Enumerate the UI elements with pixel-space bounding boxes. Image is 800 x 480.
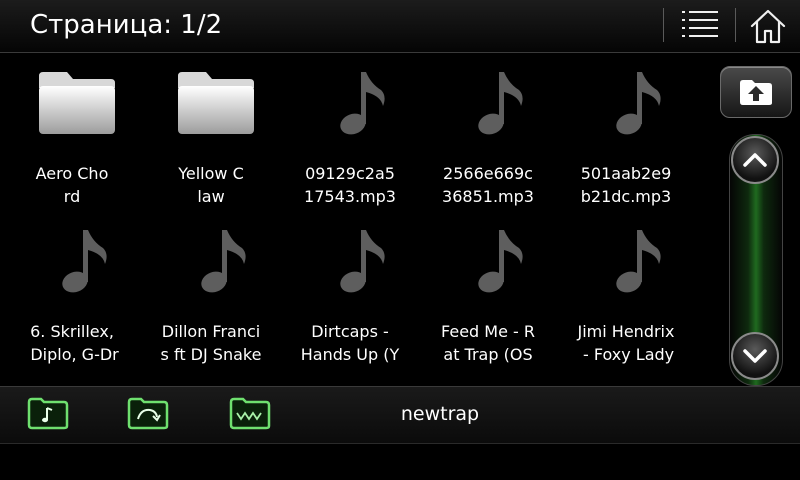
music-folder-icon xyxy=(27,397,69,430)
parent-folder-button[interactable] xyxy=(720,66,792,118)
item-name: Aero Cho rd xyxy=(35,164,109,206)
item-name: 2566e669c 36851.mp3 xyxy=(442,164,534,206)
music-note-icon xyxy=(340,72,385,135)
music-note-icon xyxy=(478,230,523,293)
header-divider xyxy=(735,8,736,42)
scroll-up-button[interactable] xyxy=(731,136,779,184)
music-file-item[interactable]: Jimi Hendrix - Foxy Lady xyxy=(561,220,691,380)
item-name: Dirtcaps - Hands Up (Y xyxy=(300,322,400,364)
chevron-up-icon xyxy=(743,153,767,167)
music-note-icon xyxy=(478,72,523,135)
music-file-item[interactable]: Dillon Franci s ft DJ Snake xyxy=(146,220,276,380)
folder-item[interactable]: Aero Cho rd xyxy=(7,62,137,222)
list-menu-button[interactable] xyxy=(676,4,724,48)
header-bar: Страница: 1/2 xyxy=(0,0,800,53)
folder-up-icon xyxy=(740,80,772,105)
item-name: Jimi Hendrix - Foxy Lady xyxy=(577,322,675,364)
music-note-icon xyxy=(340,230,385,293)
list-menu-icon xyxy=(682,11,718,37)
repeat-folder-icon xyxy=(127,397,169,430)
music-file-item[interactable]: 6. Skrillex, Diplo, G-Dr xyxy=(7,220,137,380)
page-indicator: Страница: 1/2 xyxy=(30,10,223,40)
music-file-item[interactable]: Feed Me - R at Trap (OS xyxy=(423,220,553,380)
music-file-item[interactable]: 2566e669c 36851.mp3 xyxy=(423,62,553,222)
music-file-item[interactable]: 09129c2a5 17543.mp3 xyxy=(285,62,415,222)
home-icon xyxy=(750,9,786,44)
item-name: 501aab2e9 b21dc.mp3 xyxy=(580,164,672,206)
folder-icon xyxy=(178,72,254,134)
item-name: 6. Skrillex, Diplo, G-Dr xyxy=(30,322,119,364)
folder-icon xyxy=(39,72,115,134)
music-file-item[interactable]: 501aab2e9 b21dc.mp3 xyxy=(561,62,691,222)
footer-bar: newtrap xyxy=(0,386,800,444)
current-folder-name: newtrap xyxy=(400,403,480,425)
music-note-icon xyxy=(62,230,107,293)
item-name: Yellow C law xyxy=(178,164,244,206)
repeat-folder-button[interactable] xyxy=(126,395,170,431)
scroll-down-button[interactable] xyxy=(731,332,779,380)
chevron-down-icon xyxy=(743,349,767,363)
item-name: Feed Me - R at Trap (OS xyxy=(441,322,535,364)
folder-item[interactable]: Yellow C law xyxy=(146,62,276,222)
music-folder-button[interactable] xyxy=(26,395,70,431)
item-name: Dillon Franci s ft DJ Snake xyxy=(160,322,262,364)
music-note-icon xyxy=(616,72,661,135)
wave-folder-icon xyxy=(229,397,271,430)
music-note-icon xyxy=(201,230,246,293)
header-divider xyxy=(663,8,664,42)
wave-folder-button[interactable] xyxy=(228,395,272,431)
item-name: 09129c2a5 17543.mp3 xyxy=(304,164,396,206)
music-file-item[interactable]: Dirtcaps - Hands Up (Y xyxy=(285,220,415,380)
music-note-icon xyxy=(616,230,661,293)
home-button[interactable] xyxy=(744,4,792,48)
